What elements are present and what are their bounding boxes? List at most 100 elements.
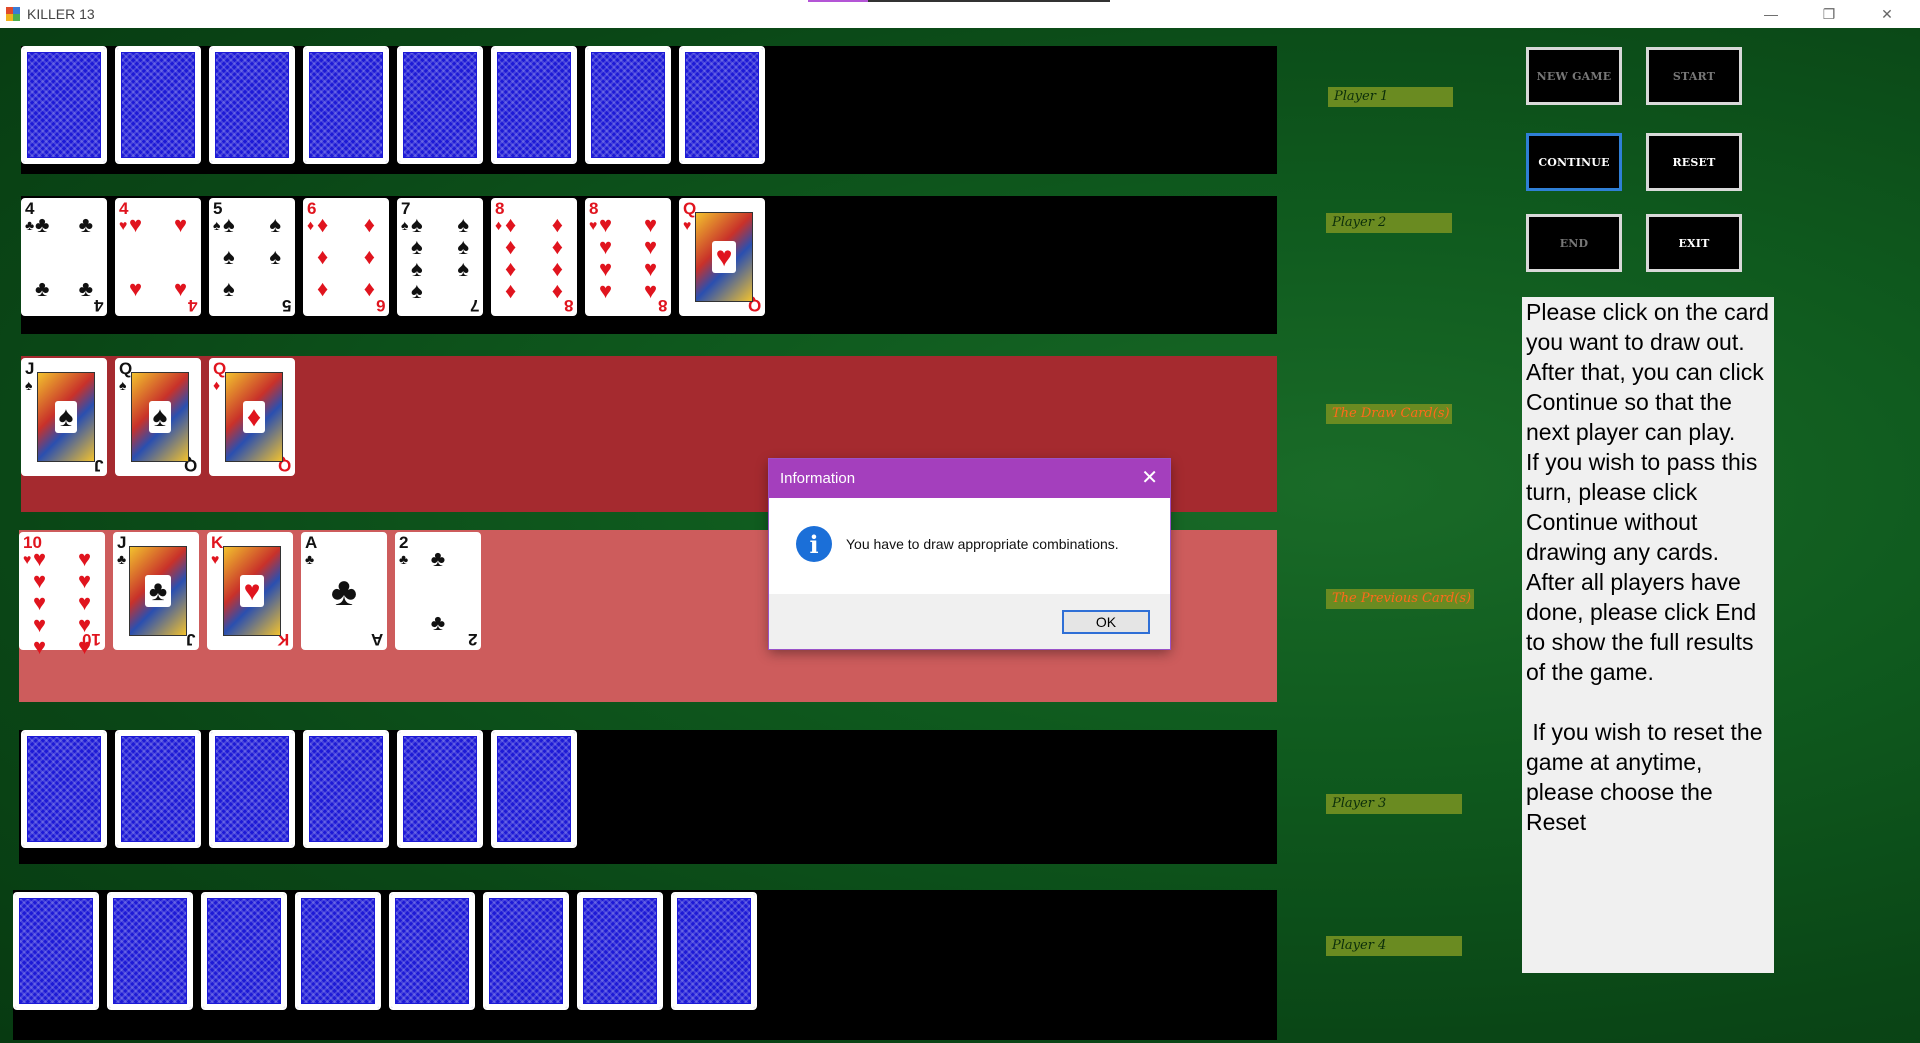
app-icon	[6, 7, 20, 21]
card-rank: J	[117, 533, 127, 552]
player4-card-back	[671, 892, 757, 1010]
card-pips: ♠ ♠ ♠ ♠ ♠	[223, 212, 281, 301]
dialog-title: Information	[780, 470, 856, 487]
label-player3: Player 3	[1326, 794, 1462, 814]
card-rank-bottom: 8	[657, 296, 667, 315]
player3-card-back	[303, 730, 389, 848]
card-pips: ♥ ♥ ♥ ♥ ♥ ♥ ♥ ♥ ♥ ♥	[33, 546, 91, 659]
player2-card[interactable]: 8 ♥ 8 ♥ ♥ ♥ ♥ ♥ ♥ ♥ ♥	[585, 198, 671, 316]
player1-card-back	[397, 46, 483, 164]
previous-card[interactable]: K ♥ K ♥	[207, 532, 293, 650]
minimize-button[interactable]: —	[1748, 0, 1794, 28]
dialog-title-bar: Information ✕	[769, 459, 1170, 498]
card-pips: ♥ ♥ ♥ ♥ ♥ ♥ ♥ ♥	[599, 212, 657, 303]
player2-card[interactable]: 8 ♦ 8 ♦ ♦ ♦ ♦ ♦ ♦ ♦ ♦	[491, 198, 577, 316]
label-player1: Player 1	[1328, 87, 1453, 107]
new-game-button[interactable]: NEW GAME	[1526, 47, 1622, 105]
player3-card-back	[397, 730, 483, 848]
court-card-art: ♣	[129, 546, 187, 636]
exit-button[interactable]: EXIT	[1646, 214, 1742, 272]
player2-card[interactable]: 6 ♦ 6 ♦ ♦ ♦ ♦ ♦ ♦	[303, 198, 389, 316]
card-suit-corner: ♠	[401, 217, 409, 233]
card-suit-corner: ♦	[213, 377, 221, 393]
card-rank-bottom: 8	[563, 296, 573, 315]
close-button[interactable]: ✕	[1864, 0, 1910, 28]
card-suit-corner: ♣	[117, 551, 127, 567]
card-pips: ♦ ♦ ♦ ♦ ♦ ♦	[317, 212, 375, 301]
player1-card-back	[491, 46, 577, 164]
player4-zone	[13, 890, 1277, 1040]
card-suit-corner: ♣	[399, 551, 409, 567]
card-rank: 6	[307, 199, 317, 218]
card-suit-corner: ♠	[213, 217, 221, 233]
draw-card[interactable]: J ♠ J ♠	[21, 358, 107, 476]
player2-card[interactable]: 4 ♣ 4 ♣ ♣ ♣ ♣	[21, 198, 107, 316]
player2-card[interactable]: 4 ♥ 4 ♥ ♥ ♥ ♥	[115, 198, 201, 316]
title-accent-highlight	[808, 0, 868, 2]
player3-card-back	[115, 730, 201, 848]
card-suit-corner: ♣	[25, 217, 35, 233]
player4-card-back	[577, 892, 663, 1010]
card-rank: 5	[213, 199, 223, 218]
card-suit-corner: ♥	[211, 551, 220, 567]
minimize-icon: —	[1764, 6, 1778, 22]
court-card-art: ♥	[223, 546, 281, 636]
player2-card[interactable]: 5 ♠ 5 ♠ ♠ ♠ ♠ ♠	[209, 198, 295, 316]
player4-card-back	[201, 892, 287, 1010]
player3-zone	[19, 730, 1277, 864]
draw-card[interactable]: Q ♦ Q ♦	[209, 358, 295, 476]
player2-card[interactable]: Q ♥ Q ♥	[679, 198, 765, 316]
player3-card-back	[491, 730, 577, 848]
previous-card[interactable]: A ♣ A ♣	[301, 532, 387, 650]
end-button[interactable]: END	[1526, 214, 1622, 272]
label-player4: Player 4	[1326, 936, 1462, 956]
reset-button[interactable]: RESET	[1646, 133, 1742, 191]
card-rank-bottom: 4	[93, 296, 103, 315]
instructions-panel: Please click on the card you want to dra…	[1522, 297, 1774, 973]
player1-zone	[21, 46, 1277, 174]
card-rank: 4	[119, 199, 129, 218]
player4-card-back	[13, 892, 99, 1010]
window-title: KILLER 13	[27, 6, 95, 22]
card-suit-corner: ♥	[119, 217, 128, 233]
card-rank-bottom: A	[370, 630, 383, 649]
dialog-close-icon[interactable]: ✕	[1141, 459, 1158, 498]
player1-card-back	[115, 46, 201, 164]
card-suit-corner: ♦	[495, 217, 503, 233]
card-suit-corner: ♦	[307, 217, 315, 233]
previous-card[interactable]: 2 ♣ 2 ♣ ♣	[395, 532, 481, 650]
previous-card[interactable]: 10 ♥ 10 ♥ ♥ ♥ ♥ ♥ ♥ ♥ ♥ ♥ ♥	[19, 532, 105, 659]
card-rank: 4	[25, 199, 35, 218]
player4-card-back	[389, 892, 475, 1010]
card-pips: ♣ ♣	[430, 546, 446, 635]
player1-card-back	[21, 46, 107, 164]
info-icon: i	[796, 526, 832, 562]
draw-card[interactable]: Q ♠ Q ♠	[115, 358, 201, 476]
card-rank-bottom: 7	[469, 296, 479, 315]
player2-zone: 4 ♣ 4 ♣ ♣ ♣ ♣ 4 ♥ 4 ♥ ♥ ♥ ♥ 5 ♠ 5 ♠ ♠ ♠ ♠ ♠ 6 ♦ 6 ♦ ♦ ♦ ♦ ♦ ♦ 7 ♠ 7 ♠ ♠ ♠ ♠ ♠ ♠…	[21, 196, 1277, 334]
player4-card-back	[107, 892, 193, 1010]
card-suit-corner: ♥	[683, 217, 692, 233]
card-pips: ♦ ♦ ♦ ♦ ♦ ♦ ♦ ♦	[505, 212, 563, 303]
label-player2: Player 2	[1326, 213, 1452, 233]
player4-card-back	[295, 892, 381, 1010]
close-icon: ✕	[1881, 5, 1893, 22]
card-rank: 8	[589, 199, 599, 218]
card-suit-corner: ♥	[589, 217, 598, 233]
label-draw-cards: The Draw Card(s)	[1326, 404, 1452, 424]
court-card-art: ♠	[131, 372, 189, 462]
court-card-art: ♦	[225, 372, 283, 462]
ok-button[interactable]: OK	[1062, 610, 1150, 634]
player2-card[interactable]: 7 ♠ 7 ♠ ♠ ♠ ♠ ♠ ♠ ♠	[397, 198, 483, 316]
card-suit-corner: ♠	[119, 377, 127, 393]
label-previous-cards: The Previous Card(s)	[1326, 589, 1474, 609]
restore-button[interactable]: ❐	[1806, 0, 1852, 28]
continue-button[interactable]: CONTINUE	[1526, 133, 1622, 191]
card-rank-bottom: 6	[375, 296, 385, 315]
card-suit-corner: ♣	[305, 551, 315, 567]
start-button[interactable]: START	[1646, 47, 1742, 105]
card-pips: ♠ ♠ ♠ ♠ ♠ ♠ ♠	[411, 212, 469, 303]
restore-icon: ❐	[1822, 5, 1836, 22]
previous-card[interactable]: J ♣ J ♣	[113, 532, 199, 650]
player3-card-back	[209, 730, 295, 848]
